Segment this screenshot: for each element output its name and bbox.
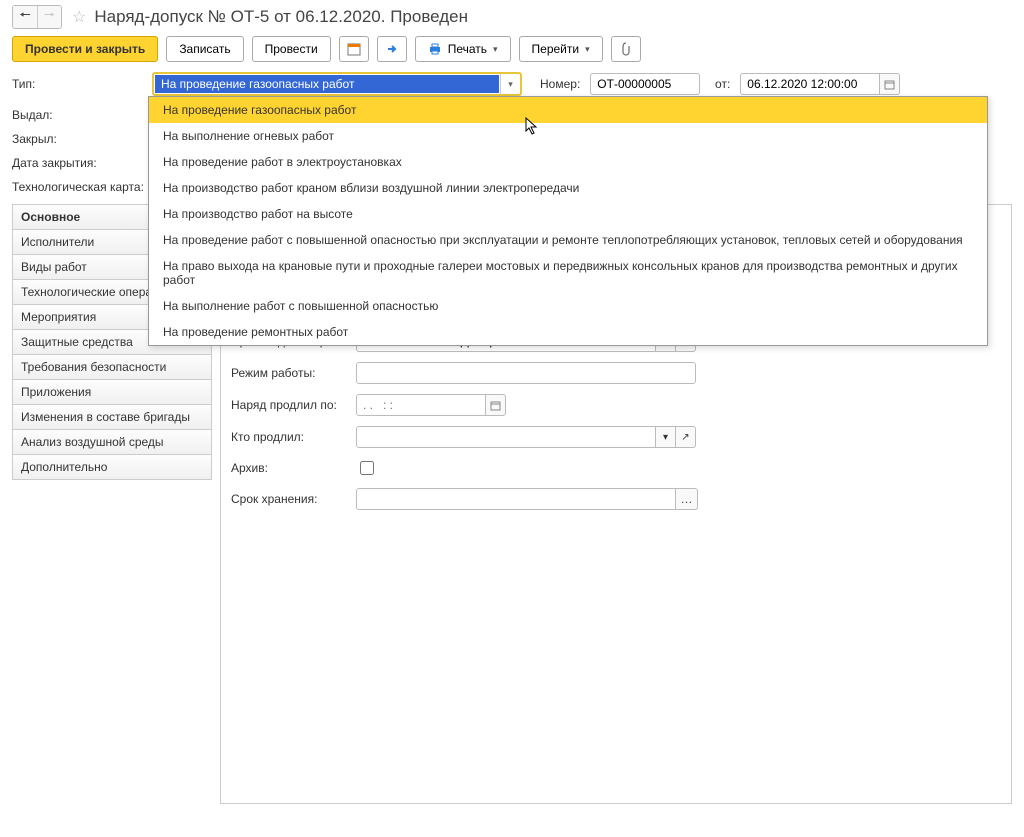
type-dropdown[interactable]: На проведение газоопасных работ На выпол…: [148, 96, 988, 346]
sidebar-item-safety[interactable]: Требования безопасности: [12, 355, 212, 380]
sidebar-item-attachments[interactable]: Приложения: [12, 380, 212, 405]
calendar-icon-button[interactable]: [339, 36, 369, 62]
closed-label: Закрыл:: [12, 132, 142, 146]
mode-field[interactable]: [356, 362, 696, 384]
type-label: Тип:: [12, 77, 142, 91]
goto-button[interactable]: Перейти ▾: [519, 36, 603, 62]
extender-label: Кто продлил:: [231, 430, 356, 444]
close-date-label: Дата закрытия:: [12, 156, 142, 170]
storage-field[interactable]: [356, 488, 676, 510]
dropdown-item[interactable]: На право выхода на крановые пути и прохо…: [149, 253, 987, 293]
mode-label: Режим работы:: [231, 366, 356, 380]
caret-down-icon: ▾: [585, 44, 590, 55]
arrow-icon-button[interactable]: [377, 36, 407, 62]
type-dropdown-button[interactable]: ▾: [500, 74, 520, 94]
dropdown-item[interactable]: На производство работ на высоте: [149, 201, 987, 227]
attachment-button[interactable]: [611, 36, 641, 62]
print-button[interactable]: Печать ▾: [415, 36, 511, 62]
dropdown-item[interactable]: На производство работ краном вблизи возд…: [149, 175, 987, 201]
dropdown-item[interactable]: На проведение работ с повышенной опаснос…: [149, 227, 987, 253]
storage-label: Срок хранения:: [231, 492, 356, 506]
calendar-picker-icon[interactable]: [880, 73, 900, 95]
dropdown-item[interactable]: На проведение газоопасных работ: [149, 97, 987, 123]
number-label: Номер:: [540, 77, 580, 91]
from-label: от:: [710, 77, 730, 91]
sidebar-item-teamchanges[interactable]: Изменения в составе бригады: [12, 405, 212, 430]
dropdown-item[interactable]: На проведение работ в электроустановках: [149, 149, 987, 175]
dropdown-item[interactable]: На выполнение огневых работ: [149, 123, 987, 149]
techmap-label: Технологическая карта:: [12, 180, 162, 194]
page-title: Наряд-допуск № ОТ-5 от 06.12.2020. Прове…: [94, 7, 468, 27]
archive-label: Архив:: [231, 461, 356, 475]
type-field[interactable]: На проведение газоопасных работ ▾: [152, 72, 522, 96]
calendar-picker-icon[interactable]: [486, 394, 506, 416]
write-button[interactable]: Записать: [166, 36, 243, 62]
caret-down-icon: ▾: [493, 44, 498, 55]
extender-field[interactable]: [356, 426, 656, 448]
issued-label: Выдал:: [12, 108, 142, 122]
sidebar-item-additional[interactable]: Дополнительно: [12, 455, 212, 480]
extended-label: Наряд продлил по:: [231, 398, 356, 412]
sidebar-item-airanalysis[interactable]: Анализ воздушной среды: [12, 430, 212, 455]
select-dots-button[interactable]: …: [676, 488, 698, 510]
archive-checkbox[interactable]: [360, 461, 374, 475]
dropdown-item[interactable]: На выполнение работ с повышенной опаснос…: [149, 293, 987, 319]
forward-button[interactable]: 🠖: [37, 6, 61, 28]
back-button[interactable]: 🠔: [13, 6, 37, 28]
number-field[interactable]: [590, 73, 700, 95]
date-field[interactable]: [740, 73, 880, 95]
post-button[interactable]: Провести: [252, 36, 331, 62]
dropdown-item[interactable]: На проведение ремонтных работ: [149, 319, 987, 345]
select-button[interactable]: ▾: [656, 426, 676, 448]
open-button[interactable]: ↗: [676, 426, 696, 448]
goto-label: Перейти: [532, 42, 580, 56]
extended-field[interactable]: [356, 394, 486, 416]
print-label: Печать: [448, 42, 487, 56]
type-value: На проведение газоопасных работ: [155, 75, 499, 93]
post-and-close-button[interactable]: Провести и закрыть: [12, 36, 158, 62]
star-icon[interactable]: ☆: [72, 7, 86, 27]
